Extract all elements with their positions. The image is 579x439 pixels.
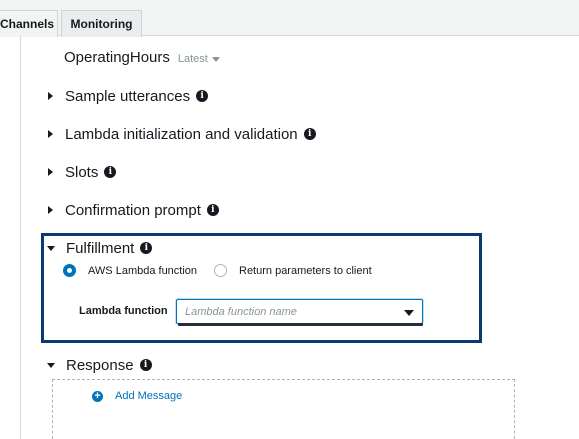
info-icon[interactable]: i <box>196 90 209 102</box>
tab-monitoring[interactable]: Monitoring <box>61 10 142 37</box>
radio-return-parameters[interactable]: Return parameters to client <box>214 264 372 277</box>
info-icon[interactable]: i <box>139 359 152 371</box>
section-slots[interactable]: Slots i <box>46 162 117 182</box>
version-dropdown[interactable]: Latest <box>178 53 220 65</box>
section-label: Slots <box>65 163 99 181</box>
left-divider <box>20 36 21 439</box>
radio-button-selected[interactable] <box>63 264 76 277</box>
chevron-down-icon <box>404 310 414 316</box>
section-label: Confirmation prompt <box>65 201 201 219</box>
caret-right-icon <box>48 92 53 100</box>
tab-channels[interactable]: Channels <box>0 10 58 37</box>
caret-right-icon <box>48 168 53 176</box>
info-icon[interactable]: i <box>140 242 153 254</box>
caret-right-icon <box>48 130 53 138</box>
lambda-function-label: Lambda function <box>79 305 168 317</box>
add-message-label: Add Message <box>115 390 183 402</box>
response-container <box>52 379 515 439</box>
radio-button[interactable] <box>214 264 227 277</box>
intent-header: OperatingHours Latest <box>64 49 220 66</box>
caret-down-icon <box>47 362 55 368</box>
lambda-function-select[interactable]: Lambda function name <box>176 299 423 324</box>
section-label: Response <box>66 356 134 374</box>
radio-label: Return parameters to client <box>239 264 372 277</box>
intent-name: OperatingHours <box>64 49 170 66</box>
radio-aws-lambda[interactable]: AWS Lambda function <box>63 264 197 277</box>
info-icon[interactable]: i <box>206 204 219 216</box>
add-message-button[interactable]: + Add Message <box>92 390 182 402</box>
plus-circle-icon: + <box>92 390 103 402</box>
tab-bar: Channels Monitoring <box>0 0 579 37</box>
section-label: Lambda initialization and validation <box>65 125 298 143</box>
lambda-function-placeholder: Lambda function name <box>185 305 297 318</box>
section-label: Sample utterances <box>65 87 191 105</box>
info-icon[interactable]: i <box>303 128 316 140</box>
version-label: Latest <box>177 53 208 65</box>
radio-label: AWS Lambda function <box>88 264 198 277</box>
caret-down-icon <box>47 245 55 251</box>
caret-down-icon <box>211 57 220 62</box>
section-response[interactable]: Response i <box>46 355 152 375</box>
section-fulfillment[interactable]: Fulfillment i <box>46 238 153 258</box>
select-underline <box>178 323 423 326</box>
section-confirmation-prompt[interactable]: Confirmation prompt i <box>46 200 219 220</box>
info-icon[interactable]: i <box>104 166 117 178</box>
section-label: Fulfillment <box>66 239 135 257</box>
section-lambda-init[interactable]: Lambda initialization and validation i <box>46 124 316 144</box>
tab-channels-label: Channels <box>0 17 54 31</box>
caret-right-icon <box>48 206 53 214</box>
section-sample-utterances[interactable]: Sample utterances i <box>46 86 209 106</box>
tab-monitoring-label: Monitoring <box>70 17 133 31</box>
